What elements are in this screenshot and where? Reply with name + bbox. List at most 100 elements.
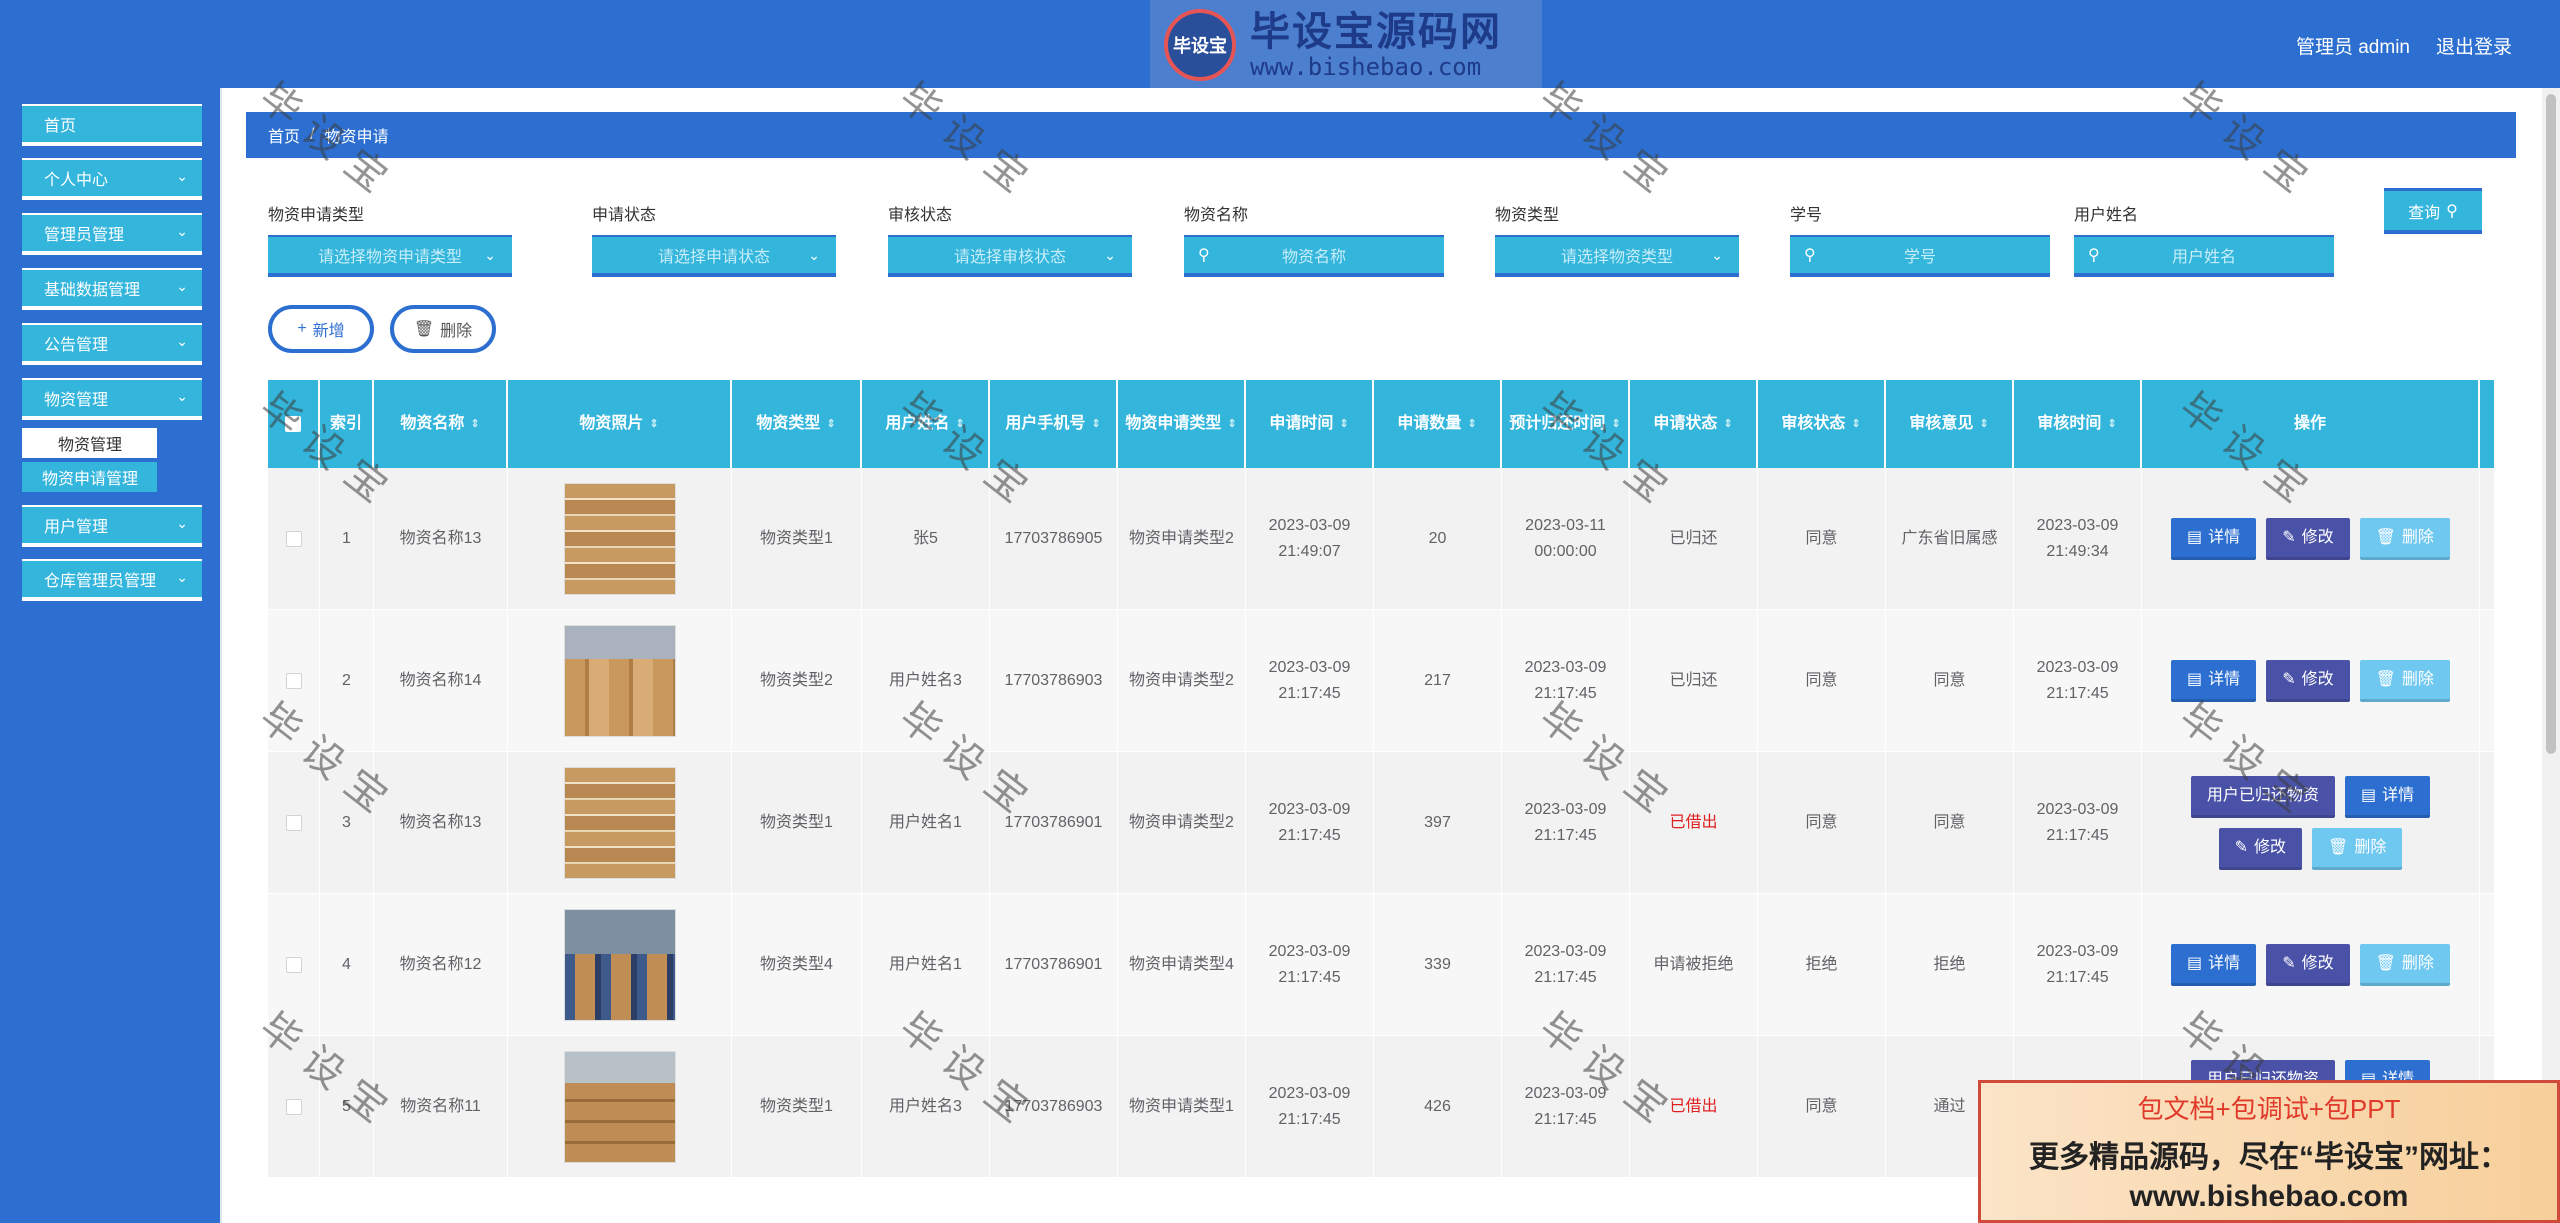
cell-phone: 17703786905	[1004, 530, 1103, 547]
sort-icon[interactable]: ⇕	[649, 413, 658, 435]
cell-apply-type: 物资申请类型2	[1129, 530, 1234, 547]
table-row: 2 物资名称14 物资类型2 用户姓名3 17703786903 物资申请类型2 2023-…	[268, 610, 2494, 752]
filter-select[interactable]: 请选择物资申请类型 ⌄	[268, 235, 512, 277]
cell-return-time: 2023-03-09 21:17:45	[1524, 1085, 1607, 1128]
chevron-down-icon: ⌄	[1711, 246, 1723, 263]
cell-index: 5	[342, 1098, 351, 1115]
column-header-label: 预计归还时间	[1509, 415, 1606, 432]
filter-input[interactable]: ⚲ 学号	[1790, 235, 2050, 277]
sort-icon[interactable]: ⇕	[470, 413, 479, 435]
batch-delete-button[interactable]: 🗑 删除	[390, 305, 496, 353]
filter-select[interactable]: 请选择审核状态 ⌄	[888, 235, 1132, 277]
chevron-down-icon: ⌄	[484, 246, 496, 263]
row-actions: ▤ 详情 ✎ 修改 🗑 删除	[2142, 468, 2480, 610]
sort-icon[interactable]: ⇕	[1227, 413, 1236, 435]
delete-button[interactable]: 🗑 删除	[2359, 660, 2450, 702]
sidebar-item[interactable]: 用户管理 ⌄	[22, 505, 202, 547]
table-cell: 已归还	[1630, 468, 1758, 610]
search-button[interactable]: 查询 ⚲	[2384, 188, 2482, 234]
column-header[interactable]: 审核时间 ⇕	[2014, 380, 2142, 468]
logout-link[interactable]: 退出登录	[2436, 32, 2512, 59]
row-select[interactable]	[268, 610, 320, 752]
sidebar-subitem[interactable]: 物资管理	[22, 428, 157, 458]
sidebar-item[interactable]: 公告管理 ⌄	[22, 323, 202, 365]
edit-button[interactable]: ✎ 修改	[2218, 828, 2303, 870]
edit-button[interactable]: ✎ 修改	[2266, 660, 2350, 702]
delete-button-label: 删除	[2401, 670, 2434, 688]
detail-button[interactable]: ▤ 详情	[2171, 660, 2257, 702]
column-header[interactable]: 物资名称 ⇕	[374, 380, 508, 468]
column-header[interactable]: 物资照片 ⇕	[508, 380, 732, 468]
row-checkbox[interactable]	[285, 957, 302, 973]
delete-button[interactable]: 🗑 删除	[2359, 944, 2450, 986]
logo-title: 毕设宝源码网	[1250, 10, 1502, 54]
column-header[interactable]: 申请状态 ⇕	[1630, 380, 1758, 468]
cell-user: 用户姓名3	[889, 1098, 962, 1115]
sort-icon[interactable]: ⇕	[826, 413, 835, 435]
sidebar-item[interactable]: 物资管理 ⌄	[22, 378, 202, 420]
header-select-all[interactable]	[268, 380, 320, 468]
column-header[interactable]: 审核状态 ⇕	[1758, 380, 1886, 468]
sort-icon[interactable]: ⇕	[2107, 413, 2116, 435]
column-header[interactable]: 用户手机号 ⇕	[990, 380, 1118, 468]
row-checkbox[interactable]	[285, 673, 302, 689]
filter-label: 物资类型	[1495, 207, 1560, 224]
scrollbar-thumb[interactable]	[2546, 94, 2556, 754]
sidebar-subitem[interactable]: 物资申请管理	[22, 462, 157, 492]
cell-audit: 同意	[1805, 814, 1838, 831]
breadcrumb-home[interactable]: 首页	[268, 123, 300, 147]
row-checkbox[interactable]	[285, 531, 302, 547]
sort-icon[interactable]: ⇕	[1611, 413, 1620, 435]
sort-icon[interactable]: ⇕	[1091, 413, 1100, 435]
row-select[interactable]	[268, 894, 320, 1036]
filter-select[interactable]: 请选择申请状态 ⌄	[592, 235, 836, 277]
select-all-checkbox[interactable]	[285, 416, 301, 432]
sort-icon[interactable]: ⇕	[1979, 413, 1988, 435]
filter-input[interactable]: ⚲ 物资名称	[1184, 235, 1444, 277]
cell-qty: 217	[1424, 672, 1451, 689]
sidebar-item[interactable]: 个人中心 ⌄	[22, 158, 202, 200]
column-header[interactable]: 索引	[320, 380, 374, 468]
return-item-button[interactable]: 用户已归还物资	[2190, 776, 2335, 818]
row-select[interactable]	[268, 752, 320, 894]
add-button[interactable]: + 新增	[268, 305, 374, 353]
sidebar-item[interactable]: 基础数据管理 ⌄	[22, 268, 202, 310]
column-header-label: 物资申请类型	[1125, 415, 1222, 432]
filter-placeholder: 请选择物资申请类型	[317, 249, 462, 266]
sort-icon[interactable]: ⇕	[1339, 413, 1348, 435]
detail-button[interactable]: ▤ 详情	[2344, 776, 2431, 818]
detail-button-label: 详情	[2382, 786, 2415, 804]
sidebar-item[interactable]: 管理员管理 ⌄	[22, 213, 202, 255]
column-header[interactable]: 物资类型 ⇕	[732, 380, 862, 468]
filter-input[interactable]: ⚲ 用户姓名	[2074, 235, 2334, 277]
filter-select[interactable]: 请选择物资类型 ⌄	[1495, 235, 1739, 277]
sidebar-item[interactable]: 首页	[22, 104, 202, 146]
column-header[interactable]: 预计归还时间 ⇕	[1502, 380, 1630, 468]
detail-button[interactable]: ▤ 详情	[2171, 518, 2257, 560]
row-checkbox[interactable]	[285, 1099, 302, 1115]
column-header[interactable]: 用户姓名 ⇕	[862, 380, 990, 468]
cell-apply-type: 物资申请类型2	[1129, 814, 1234, 831]
row-select[interactable]	[268, 468, 320, 610]
column-header[interactable]: 审核意见 ⇕	[1886, 380, 2014, 468]
sort-icon[interactable]: ⇕	[1723, 413, 1732, 435]
delete-button[interactable]: 🗑 删除	[2359, 518, 2450, 560]
detail-button[interactable]: ▤ 详情	[2171, 944, 2257, 986]
sort-icon[interactable]: ⇕	[1467, 413, 1476, 435]
column-header[interactable]: 物资申请类型 ⇕	[1118, 380, 1246, 468]
sort-icon[interactable]: ⇕	[955, 413, 964, 435]
table-cell: 同意	[1886, 752, 2014, 894]
row-select[interactable]	[268, 1036, 320, 1178]
column-header[interactable]: 申请时间 ⇕	[1246, 380, 1374, 468]
column-header[interactable]: 申请数量 ⇕	[1374, 380, 1502, 468]
page-scrollbar[interactable]	[2542, 88, 2560, 1223]
cell-apply-type: 物资申请类型1	[1129, 1098, 1234, 1115]
table-header: 索引 物资名称 ⇕ 物资照片 ⇕ 物资类型 ⇕ 用户姓名 ⇕ 用户手机号 ⇕ 物资申请类型 ⇕ 申请时间 ⇕…	[268, 380, 2494, 468]
sidebar-item[interactable]: 仓库管理员管理 ⌄	[22, 559, 202, 601]
row-checkbox[interactable]	[285, 815, 302, 831]
edit-button[interactable]: ✎ 修改	[2266, 518, 2350, 560]
delete-button[interactable]: 🗑 删除	[2312, 828, 2403, 870]
edit-button[interactable]: ✎ 修改	[2266, 944, 2350, 986]
table-cell: 申请被拒绝	[1630, 894, 1758, 1036]
sort-icon[interactable]: ⇕	[1851, 413, 1860, 435]
